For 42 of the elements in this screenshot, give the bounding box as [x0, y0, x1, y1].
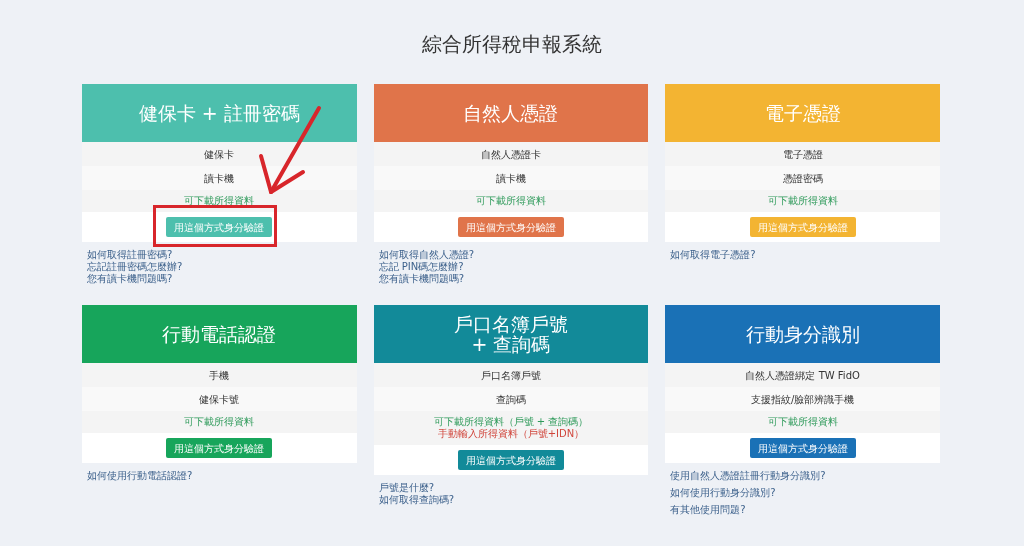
help-link[interactable]: 您有讀卡機問題嗎?: [378, 273, 464, 285]
note-text: 手動輸入所得資料（戶號+IDN）: [437, 428, 585, 440]
requirement-text: 讀卡機: [496, 171, 526, 186]
card-title: 戶口名簿戶號: [454, 314, 568, 334]
requirement-text: 自然人憑證綁定 TW FidO: [745, 368, 860, 383]
card-title: + 查詢碼: [471, 334, 551, 354]
card-title: 行動身分識別: [745, 324, 860, 344]
help-link[interactable]: 如何取得註冊密碼?: [87, 249, 173, 261]
requirement-text: 讀卡機: [204, 171, 235, 186]
help-link[interactable]: 如何取得自然人憑證?: [378, 249, 474, 261]
requirement-text: 憑證密碼: [782, 171, 823, 186]
note-text: 可下載所得資料: [767, 195, 838, 207]
help-link[interactable]: 忘記 PIN碼怎麼辦?: [378, 261, 464, 273]
requirement-text: 健保卡: [204, 147, 235, 162]
card-title: 健保卡 + 註冊密碼: [138, 103, 300, 123]
help-link[interactable]: 您有讀卡機問題嗎?: [87, 273, 173, 285]
requirement-text: 自然人憑證卡: [481, 147, 541, 162]
card-title: 自然人憑證: [463, 103, 559, 123]
help-link[interactable]: 如何取得電子憑證?: [670, 249, 756, 261]
card-title: 電子憑證: [764, 103, 841, 123]
card-title: 行動電話認證: [162, 324, 277, 344]
help-link[interactable]: 如何使用行動電話認證?: [87, 470, 193, 482]
requirement-text: 電子憑證: [782, 147, 823, 162]
help-link[interactable]: 戶號是什麼?: [378, 482, 434, 494]
note-text: 可下載所得資料: [184, 416, 255, 428]
requirement-text: 戶口名簿戶號: [481, 368, 541, 383]
help-link[interactable]: 使用自然人憑證註冊行動身分識別?: [670, 470, 826, 482]
help-link[interactable]: 忘記註冊密碼怎麼辦?: [87, 261, 183, 273]
verify-button[interactable]: 用這個方式身分驗證: [749, 438, 856, 458]
page-title: 綜合所得稅申報系統: [422, 31, 602, 58]
note-text: 可下載所得資料: [184, 195, 255, 207]
note-text: 可下載所得資料（戶號 + 查詢碼）: [433, 416, 589, 428]
note-text: 可下載所得資料: [476, 195, 546, 207]
requirement-text: 健保卡號: [199, 392, 240, 407]
help-link[interactable]: 如何使用行動身分識別?: [670, 487, 776, 499]
requirement-text: 支援指紋/臉部辨識手機: [750, 392, 855, 407]
requirement-text: 手機: [209, 368, 230, 383]
requirement-text: 查詢碼: [496, 392, 526, 407]
help-link[interactable]: 如何取得查詢碼?: [378, 494, 454, 506]
help-link[interactable]: 有其他使用問題?: [670, 504, 746, 516]
verify-button[interactable]: 用這個方式身分驗證: [458, 450, 564, 470]
note-text: 可下載所得資料: [767, 416, 838, 428]
